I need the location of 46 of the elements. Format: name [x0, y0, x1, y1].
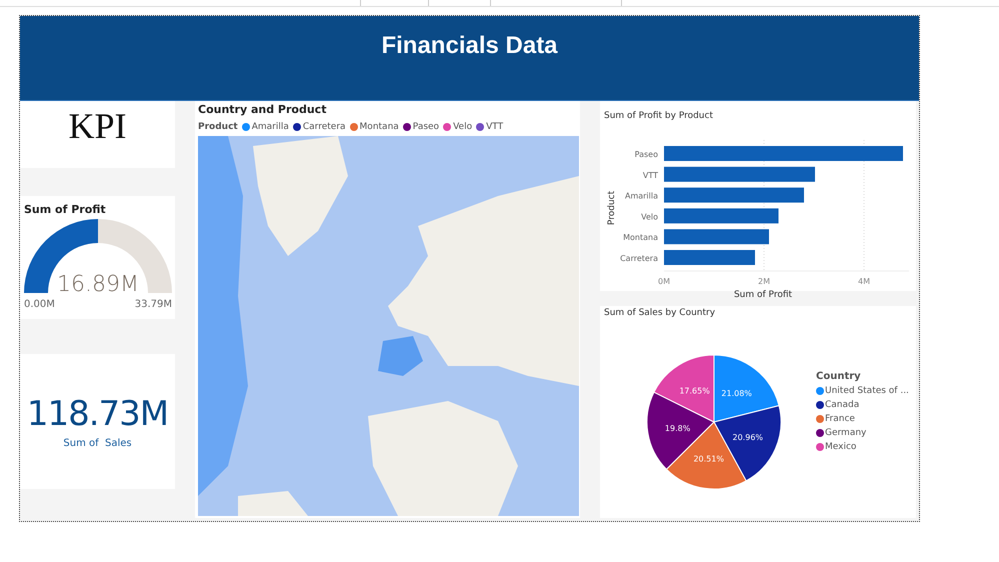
legend-label: Canada: [825, 400, 860, 410]
pie-slice[interactable]: [654, 354, 714, 422]
legend-label: Montana: [360, 122, 399, 132]
slice-value-label: 17.65%: [679, 386, 710, 396]
pie-slice[interactable]: [714, 354, 780, 422]
legend-label: United States of ...: [825, 386, 909, 396]
category-label: Montana: [623, 233, 658, 242]
bar[interactable]: [664, 229, 769, 244]
legend-label: Paseo: [412, 122, 440, 132]
category-label: Velo: [641, 212, 658, 222]
legend-label: Carretera: [302, 122, 346, 132]
legend-label: Velo: [453, 122, 472, 132]
legend-label: VTT: [486, 122, 504, 132]
slice-value-label: 21.08%: [721, 388, 752, 398]
gauge-value: 16.89M: [57, 272, 139, 297]
slice-value-label: 19.8%: [664, 424, 690, 433]
visual-title: Country and Product: [198, 103, 326, 116]
gauge-title: Sum of Profit: [24, 203, 106, 216]
kpi-text: KPI: [68, 105, 126, 147]
legend-label: France: [825, 414, 855, 424]
gauge-min-label: 0.00M: [24, 299, 55, 310]
legend-title: Country: [816, 370, 862, 382]
legend-title: Product: [198, 122, 238, 132]
visual-title: Sum of Profit by Product: [604, 111, 713, 121]
gauge-max-label: 33.79M: [134, 299, 172, 310]
bar[interactable]: [664, 188, 804, 203]
legend-label: Amarilla: [252, 122, 289, 132]
report-title: Financials Data: [381, 32, 558, 60]
bar[interactable]: [664, 166, 815, 182]
axis-tick-label: 2M: [758, 277, 770, 286]
axis-tick-label: 4M: [858, 277, 870, 286]
visual-title: Sum of Sales by Country: [604, 308, 716, 318]
legend-label: Mexico: [825, 442, 856, 452]
sales-value: 118.73M: [26, 394, 168, 434]
axis-tick-label: 0M: [658, 277, 670, 286]
category-label: Carretera: [620, 254, 658, 263]
slice-value-label: 20.51%: [693, 454, 724, 464]
category-label: Amarilla: [624, 192, 658, 201]
slice-value-label: 20.96%: [732, 432, 764, 442]
sales-label: Sum of Sales: [63, 438, 132, 449]
category-label: VTT: [642, 170, 658, 180]
axis-title: Product: [607, 190, 617, 226]
axis-title: Sum of Profit: [734, 290, 792, 298]
category-label: Paseo: [634, 150, 658, 159]
bar[interactable]: [664, 208, 778, 224]
legend-label: Germany: [825, 428, 866, 438]
